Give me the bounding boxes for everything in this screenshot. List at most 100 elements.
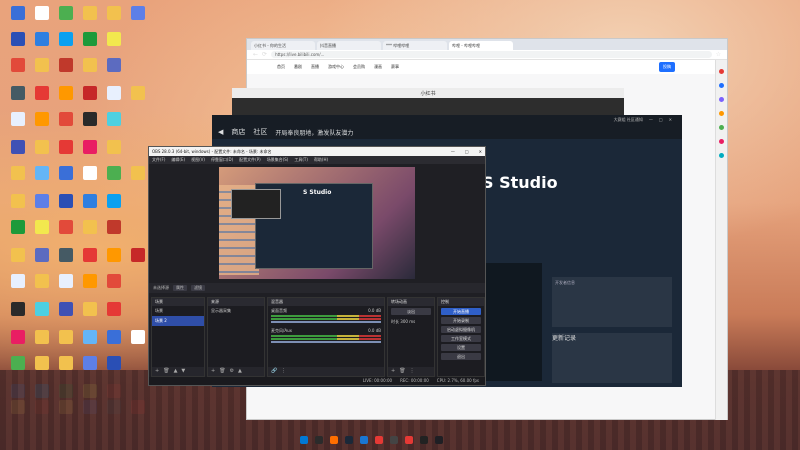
desktop-shortcut-icon[interactable]: [126, 330, 150, 356]
taskbar-app-icon[interactable]: [435, 436, 443, 444]
up-icon[interactable]: ▲: [238, 368, 242, 375]
taskbar-app-icon[interactable]: [405, 436, 413, 444]
more-icon[interactable]: ⋮: [281, 368, 286, 375]
scene-item-selected[interactable]: 场景 2: [152, 316, 204, 326]
desktop-shortcut-icon[interactable]: [102, 6, 126, 32]
source-item[interactable]: 显示器采集: [208, 306, 264, 316]
filters-button[interactable]: 滤镜: [191, 285, 205, 291]
taskbar-app-icon[interactable]: [390, 436, 398, 444]
desktop-shortcut-icon[interactable]: [54, 302, 78, 328]
duration-value[interactable]: 300 ms: [400, 319, 415, 324]
desktop-shortcut-icon[interactable]: [54, 248, 78, 274]
desktop-shortcut-icon[interactable]: [54, 194, 78, 220]
studio-mode-button[interactable]: 工作室模式: [441, 335, 481, 342]
desktop-shortcut-icon[interactable]: [78, 32, 102, 58]
desktop-shortcut-icon[interactable]: [30, 6, 54, 32]
add-icon[interactable]: +: [155, 368, 159, 375]
close-icon[interactable]: ✕: [669, 117, 672, 123]
desktop-shortcut-icon[interactable]: [30, 86, 54, 112]
browser-tab[interactable]: *** 哔哩哔哩: [383, 41, 447, 50]
desktop-shortcut-icon[interactable]: [78, 86, 102, 112]
browser-tab-active[interactable]: 哔哩 - 哔哩哔哩: [449, 41, 513, 50]
back-icon[interactable]: ◀: [218, 128, 223, 136]
desktop-shortcut-icon[interactable]: [102, 166, 126, 192]
volume-slider[interactable]: [271, 321, 381, 323]
desktop-shortcut-icon[interactable]: [102, 86, 126, 112]
star-icon[interactable]: ☆: [716, 51, 721, 58]
desktop-shortcut-icon[interactable]: [78, 274, 102, 300]
nav-item[interactable]: 漫画: [374, 64, 382, 70]
obs-window[interactable]: OBS 28.0.3 (64-bit, windows) - 配置文件: 未命名…: [148, 146, 486, 386]
nav-item[interactable]: 赛事: [391, 64, 399, 70]
sidebar-app-icon[interactable]: [719, 153, 724, 158]
desktop-shortcut-icon[interactable]: [54, 86, 78, 112]
obs-menu-item[interactable]: 视图(V): [191, 157, 205, 163]
nav-item[interactable]: 番剧: [294, 64, 302, 70]
desktop-shortcut-icon[interactable]: [54, 112, 78, 138]
desktop-shortcut-icon[interactable]: [78, 140, 102, 166]
steam-menu-community[interactable]: 社区: [253, 127, 267, 137]
desktop-shortcut-icon[interactable]: [78, 220, 102, 246]
desktop-shortcut-icon[interactable]: [54, 6, 78, 32]
desktop-shortcut-icon[interactable]: [6, 330, 30, 356]
desktop-shortcut-icon[interactable]: [54, 32, 78, 58]
virtual-camera-button[interactable]: 启动虚拟摄像机: [441, 326, 481, 333]
desktop-shortcut-icon[interactable]: [78, 248, 102, 274]
taskbar-app-icon[interactable]: [330, 436, 338, 444]
upload-button[interactable]: 投稿: [659, 62, 675, 72]
desktop-shortcut-icon[interactable]: [102, 302, 126, 328]
sidebar-app-icon[interactable]: [719, 111, 724, 116]
add-icon[interactable]: +: [391, 368, 395, 375]
desktop-shortcut-icon[interactable]: [54, 330, 78, 356]
desktop-shortcut-icon[interactable]: [102, 274, 126, 300]
desktop-shortcut-icon[interactable]: [6, 112, 30, 138]
scene-item[interactable]: 场景: [152, 306, 204, 316]
minimize-icon[interactable]: —: [451, 149, 455, 154]
add-icon[interactable]: +: [211, 368, 215, 375]
obs-menu-item[interactable]: 帮助(H): [314, 157, 328, 163]
properties-button[interactable]: 属性: [173, 285, 187, 291]
nav-item[interactable]: 游戏中心: [328, 64, 344, 70]
sidebar-app-icon[interactable]: [719, 69, 724, 74]
desktop-shortcut-icon[interactable]: [30, 58, 54, 84]
taskbar-app-icon[interactable]: [360, 436, 368, 444]
sidebar-app-icon[interactable]: [719, 125, 724, 130]
desktop-shortcut-icon[interactable]: [6, 6, 30, 32]
desktop-shortcut-icon[interactable]: [6, 274, 30, 300]
gear-icon[interactable]: ⚙: [230, 368, 234, 375]
refresh-icon[interactable]: ⟳: [262, 51, 267, 58]
desktop-shortcut-icon[interactable]: [78, 330, 102, 356]
settings-button[interactable]: 设置: [441, 344, 481, 351]
desktop-shortcut-icon[interactable]: [6, 58, 30, 84]
desktop-shortcut-icon[interactable]: [102, 194, 126, 220]
desktop-shortcut-icon[interactable]: [6, 140, 30, 166]
close-icon[interactable]: ✕: [479, 149, 482, 154]
desktop-shortcut-icon[interactable]: [78, 58, 102, 84]
minimize-icon[interactable]: —: [649, 117, 653, 123]
desktop-shortcut-icon[interactable]: [6, 302, 30, 328]
desktop-shortcut-icon[interactable]: [6, 86, 30, 112]
browser-tab[interactable]: 小红书 - 你的生活: [251, 41, 315, 50]
desktop-shortcut-icon[interactable]: [30, 112, 54, 138]
desktop-shortcut-icon[interactable]: [6, 166, 30, 192]
desktop-shortcut-icon[interactable]: [78, 112, 102, 138]
steam-top-info[interactable]: 大赛组 社区通知: [614, 117, 643, 123]
desktop-shortcut-icon[interactable]: [78, 194, 102, 220]
desktop-shortcut-icon[interactable]: [102, 330, 126, 356]
down-icon[interactable]: ▼: [181, 368, 185, 375]
taskbar-app-icon[interactable]: [420, 436, 428, 444]
volume-slider[interactable]: [271, 341, 381, 343]
desktop-shortcut-icon[interactable]: [102, 32, 126, 58]
transition-select[interactable]: 淡出: [391, 308, 431, 315]
desktop-shortcut-icon[interactable]: [30, 220, 54, 246]
desktop-shortcut-icon[interactable]: [54, 166, 78, 192]
maximize-icon[interactable]: □: [465, 149, 469, 154]
desktop-shortcut-icon[interactable]: [30, 274, 54, 300]
desktop-shortcut-icon[interactable]: [6, 248, 30, 274]
sidebar-app-icon[interactable]: [719, 139, 724, 144]
desktop-shortcut-icon[interactable]: [30, 140, 54, 166]
exit-button[interactable]: 退出: [441, 353, 481, 360]
obs-menu-item[interactable]: 编辑(E): [171, 157, 185, 163]
obs-menu-item[interactable]: 工具(T): [294, 157, 308, 163]
desktop-shortcut-icon[interactable]: [78, 302, 102, 328]
